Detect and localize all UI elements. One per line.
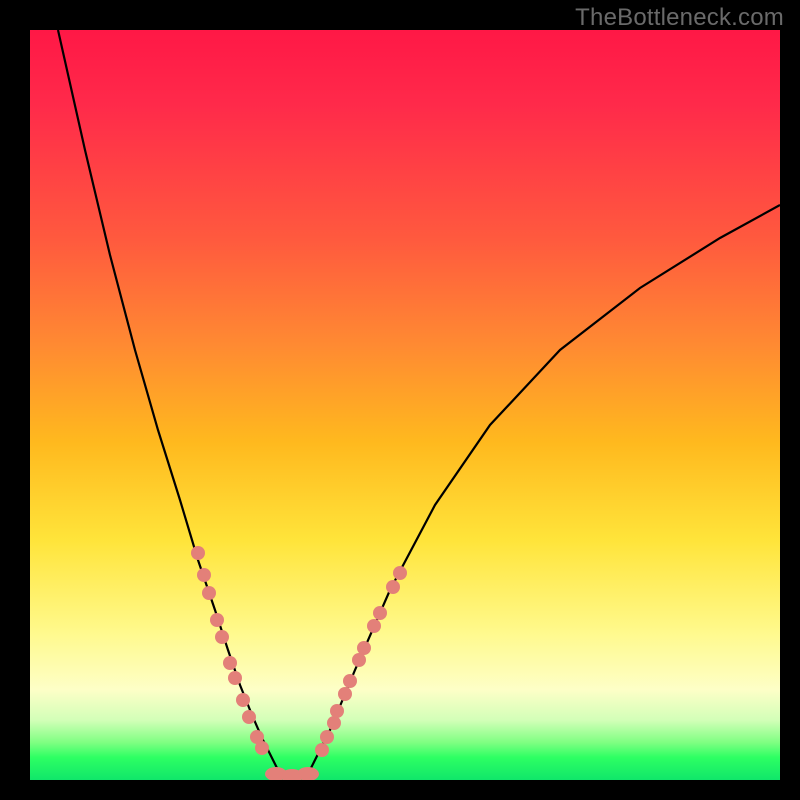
data-point: [320, 730, 334, 744]
outer-frame: TheBottleneck.com: [0, 0, 800, 800]
data-point: [255, 741, 269, 755]
data-point: [330, 704, 344, 718]
watermark-text: TheBottleneck.com: [575, 4, 784, 32]
curve-left: [58, 30, 278, 770]
data-point: [357, 641, 371, 655]
dots-left-branch: [191, 546, 269, 755]
dots-right-branch: [315, 566, 407, 757]
data-point: [343, 674, 357, 688]
dots-valley: [265, 767, 319, 780]
data-point: [367, 619, 381, 633]
data-point: [242, 710, 256, 724]
data-point: [236, 693, 250, 707]
data-point: [373, 606, 387, 620]
data-point: [223, 656, 237, 670]
data-point: [393, 566, 407, 580]
data-point: [210, 613, 224, 627]
data-point: [202, 586, 216, 600]
data-point: [215, 630, 229, 644]
data-point: [297, 767, 319, 780]
data-point: [386, 580, 400, 594]
chart-svg: [30, 30, 780, 780]
data-point: [197, 568, 211, 582]
data-point: [228, 671, 242, 685]
curve-right: [310, 205, 780, 770]
data-point: [315, 743, 329, 757]
data-point: [191, 546, 205, 560]
data-point: [327, 716, 341, 730]
data-point: [338, 687, 352, 701]
data-point: [352, 653, 366, 667]
plot-area: [30, 30, 780, 780]
